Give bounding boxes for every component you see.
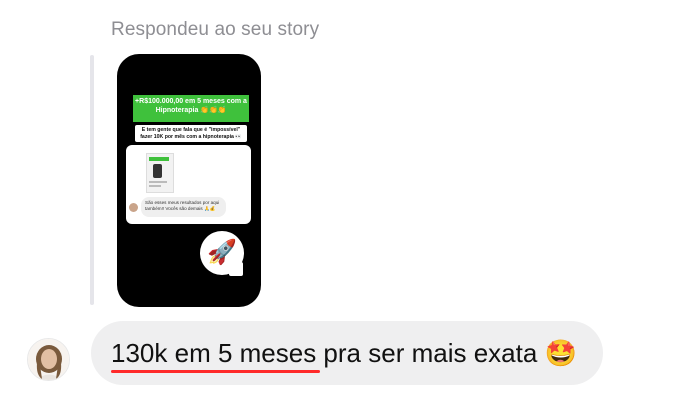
embedded-post-thumbnail (146, 153, 174, 193)
story-subheadline: E tem gente que fala que é "impossível" … (135, 125, 247, 142)
embedded-avatar (129, 203, 138, 212)
rocket-icon: 🚀 (207, 239, 237, 266)
quote-bar (90, 55, 94, 305)
avatar[interactable] (27, 338, 70, 381)
embedded-comment: São esses meus resultados por aqui també… (141, 197, 226, 217)
story-preview[interactable]: +R$100.000,00 em 5 meses com a Hipnotera… (117, 54, 261, 307)
story-embedded-screenshot: São esses meus resultados por aqui també… (126, 145, 251, 224)
reply-caption: Respondeu ao seu story (111, 19, 320, 40)
message-text: 130k em 5 meses pra ser mais exata 🤩 (111, 338, 577, 368)
highlight-underline (111, 370, 320, 373)
story-headline: +R$100.000,00 em 5 meses com a Hipnotera… (133, 95, 249, 122)
profile-photo (28, 339, 69, 380)
message-bubble[interactable]: 130k em 5 meses pra ser mais exata 🤩 (91, 321, 603, 385)
story-reaction: 🚀 (200, 231, 244, 275)
